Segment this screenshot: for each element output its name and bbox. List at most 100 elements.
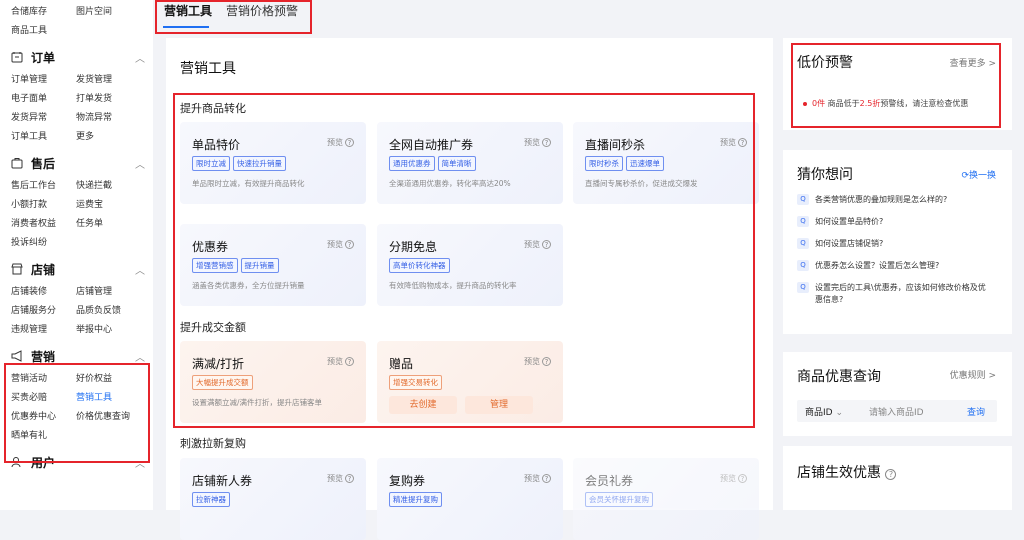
sidebar-item[interactable]: 小额打款 <box>11 197 76 210</box>
card-desc: 涵盖各类优惠券，全方位提升销量 <box>192 281 305 290</box>
sidebar-item[interactable]: 投诉纠纷 <box>11 235 76 248</box>
chevron-up-icon[interactable]: ︿ <box>135 455 153 470</box>
preview-link[interactable]: 预览? <box>720 473 747 484</box>
sidebar-item[interactable]: 发货异常 <box>11 110 76 123</box>
faq-item[interactable]: Q 如何设置店铺促销? <box>797 238 990 250</box>
card-title: 优惠券 <box>192 240 229 254</box>
tool-card[interactable]: 赠品 预览? 增强交易转化 去创建 管理 <box>377 341 563 423</box>
preview-link[interactable]: 预览? <box>327 473 354 484</box>
sidebar-item[interactable]: 店铺服务分 <box>11 303 76 316</box>
sidebar-item[interactable]: 电子面单 <box>11 91 76 104</box>
chevron-up-icon[interactable]: ︿ <box>135 156 153 171</box>
rules-link[interactable]: 优惠规则 > <box>950 368 996 381</box>
preview-link[interactable]: 预览? <box>524 137 551 148</box>
sidebar-item[interactable]: 更多 <box>76 129 141 142</box>
sidebar-group-aftersale[interactable]: 售后 ︿ <box>0 151 153 175</box>
sidebar-item[interactable]: 晒单有礼 <box>11 428 76 441</box>
sidebar-item[interactable]: 运费宝 <box>76 197 141 210</box>
sidebar-item[interactable]: 打单发货 <box>76 91 141 104</box>
sidebar-item[interactable]: 合储库存 <box>11 4 76 17</box>
sidebar-item[interactable]: 发货管理 <box>76 72 141 85</box>
sidebar-item[interactable]: 价格优惠查询 <box>76 409 141 422</box>
preview-link[interactable]: 预览? <box>720 137 747 148</box>
sidebar-row: 订单管理 发货管理 <box>0 69 153 88</box>
preview-link[interactable]: 预览? <box>327 239 354 250</box>
sidebar-item[interactable]: 店铺装修 <box>11 284 76 297</box>
sidebar-item[interactable]: 买贵必赔 <box>11 390 76 403</box>
sidebar-row: 电子面单 打单发货 <box>0 88 153 107</box>
user-icon <box>11 456 23 468</box>
alert-message: 0件 商品低于2.5折预警线，请注意检查优惠 <box>803 98 968 109</box>
chevron-down-icon: ⌄ <box>835 408 844 418</box>
sidebar-group-order[interactable]: 订单 ︿ <box>0 45 153 69</box>
sidebar-item[interactable]: 快递拦截 <box>76 178 141 191</box>
product-id-input[interactable]: 请输入商品ID <box>869 405 924 418</box>
preview-link[interactable]: 预览? <box>327 356 354 367</box>
sidebar-row: 优惠券中心 价格优惠查询 <box>0 406 153 425</box>
create-button[interactable]: 去创建 <box>389 396 457 414</box>
faq-item[interactable]: Q 优惠券怎么设置？设置后怎么管理? <box>797 260 990 272</box>
sidebar-item[interactable]: 好价权益 <box>76 371 141 384</box>
sidebar-item[interactable]: 订单管理 <box>11 72 76 85</box>
sidebar-item[interactable]: 营销活动 <box>11 371 76 384</box>
order-icon <box>11 51 23 63</box>
sidebar-item[interactable]: 任务单 <box>76 216 141 229</box>
chevron-up-icon[interactable]: ︿ <box>135 349 153 364</box>
sidebar-item[interactable]: 订单工具 <box>11 129 76 142</box>
card-desc: 直播间专属秒杀价，促进成交爆发 <box>585 179 698 188</box>
sidebar-row: 投诉纠纷 <box>0 232 153 251</box>
sidebar-item[interactable]: 违规管理 <box>11 322 76 335</box>
tool-card[interactable]: 满减/打折 预览? 大幅提升成交额 设置满额立减/满件打折，提升店铺客单 <box>180 341 366 423</box>
preview-link[interactable]: 预览? <box>524 473 551 484</box>
manage-button[interactable]: 管理 <box>465 396 533 414</box>
sidebar-item[interactable]: 商品工具 <box>11 23 76 36</box>
sidebar-item[interactable]: 消费者权益 <box>11 216 76 229</box>
card-tag: 限时秒杀 <box>585 156 623 171</box>
refresh-link[interactable]: ⟳换一换 <box>961 168 996 181</box>
sidebar-item[interactable]: 优惠券中心 <box>11 409 76 422</box>
sidebar-row: 小额打款 运费宝 <box>0 194 153 213</box>
sidebar-row: 消费者权益 任务单 <box>0 213 153 232</box>
view-more-link[interactable]: 查看更多 > <box>950 56 996 69</box>
sidebar-item[interactable]: 品质负反馈 <box>76 303 141 316</box>
tab-marketing-tools[interactable]: 营销工具 <box>164 2 212 19</box>
sidebar-group-marketing[interactable]: 营销 ︿ <box>0 344 153 368</box>
help-icon: ? <box>542 474 551 483</box>
chevron-up-icon[interactable]: ︿ <box>135 50 153 65</box>
preview-link[interactable]: 预览? <box>524 239 551 250</box>
sidebar-item[interactable]: 举报中心 <box>76 322 141 335</box>
faq-item[interactable]: Q 设置完后的工具\优惠券，应该如何修改价格及优惠信息? <box>797 282 990 306</box>
sidebar-item[interactable]: 图片空间 <box>76 4 141 17</box>
refresh-label: 换一换 <box>968 171 996 181</box>
sidebar-group-user[interactable]: 用户 ︿ <box>0 450 153 474</box>
preview-link[interactable]: 预览? <box>524 356 551 367</box>
preview-link[interactable]: 预览? <box>327 137 354 148</box>
card-tag: 通用优惠券 <box>389 156 435 171</box>
sidebar-row: 晒单有礼 <box>0 425 153 444</box>
help-icon[interactable]: ? <box>885 469 897 480</box>
faq-text: 如何设置店铺促销? <box>815 239 884 248</box>
tool-card[interactable]: 优惠券 预览? 增强营销感 提升销量 涵盖各类优惠券，全方位提升销量 <box>180 224 366 306</box>
select-value: 商品ID <box>805 408 833 418</box>
sidebar-item[interactable]: 物流异常 <box>76 110 141 123</box>
sidebar-item[interactable]: 店铺管理 <box>76 284 141 297</box>
sidebar-item-active[interactable]: 营销工具 <box>76 390 141 403</box>
query-button[interactable]: 查询 <box>967 405 985 418</box>
card-desc: 全渠道通用优惠券，转化率高达20% <box>389 179 511 188</box>
tool-card[interactable]: 复购券 预览? 精准提升复购 <box>377 458 563 540</box>
sidebar-group-shop[interactable]: 店铺 ︿ <box>0 257 153 281</box>
alert-text: 商品低于 <box>827 99 860 108</box>
sidebar-item[interactable]: 售后工作台 <box>11 178 76 191</box>
chevron-up-icon[interactable]: ︿ <box>135 262 153 277</box>
id-type-select[interactable]: 商品ID ⌄ <box>805 405 843 418</box>
faq-item[interactable]: Q 各类营销优惠的叠加规则是怎么样的? <box>797 194 990 206</box>
tab-price-alert[interactable]: 营销价格预警 <box>226 2 298 19</box>
tool-card[interactable]: 单品特价 预览? 限时立减 快速拉升销量 单品限时立减，有效提升商品转化 <box>180 122 366 204</box>
tool-card[interactable]: 店铺新人券 预览? 拉新神器 <box>180 458 366 540</box>
tool-card[interactable]: 全网自动推广券 预览? 通用优惠券 简单清晰 全渠道通用优惠券，转化率高达20% <box>377 122 563 204</box>
effective-offers-panel: 店铺生效优惠 ? <box>783 446 1012 510</box>
faq-item[interactable]: Q 如何设置单品特价? <box>797 216 990 228</box>
card-title: 分期免息 <box>389 240 438 254</box>
tool-card[interactable]: 直播间秒杀 预览? 限时秒杀 迅速爆单 直播间专属秒杀价，促进成交爆发 <box>573 122 759 204</box>
tool-card[interactable]: 分期免息 预览? 高单价转化神器 有效降低购物成本，提升商品的转化率 <box>377 224 563 306</box>
